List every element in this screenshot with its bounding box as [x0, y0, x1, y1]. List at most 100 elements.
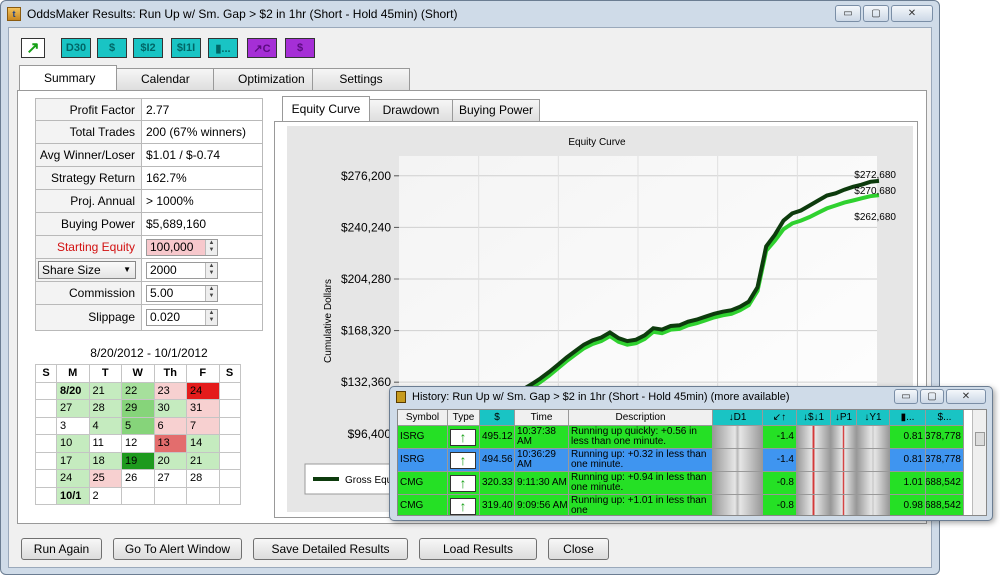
slippage-input[interactable]: 0.020 ▲ ▼	[146, 309, 218, 326]
calendar-day[interactable]: 10	[56, 434, 90, 453]
calendar-day[interactable]: 7	[186, 416, 220, 435]
stat-value: 162.7%	[146, 171, 187, 185]
title-bar[interactable]: t OddsMaker Results: Run Up w/ Sm. Gap >…	[1, 1, 939, 27]
run-up-filter-icon[interactable]: ↗	[21, 38, 45, 58]
calendar-day[interactable]: 2	[88, 486, 122, 505]
calendar-day[interactable]: 5	[121, 416, 155, 435]
calendar-day[interactable]: 24	[186, 381, 220, 400]
close-window-button[interactable]: ✕	[891, 5, 933, 22]
calendar-day[interactable]: 21	[186, 451, 220, 470]
tab-calendar[interactable]: Calendar	[116, 68, 214, 90]
starting-equity-input[interactable]: 100,000 ▲ ▼	[146, 239, 218, 256]
spinner-arrows-icon[interactable]: ▲ ▼	[205, 263, 217, 278]
calendar-day[interactable]: 30	[153, 399, 187, 418]
calendar-day[interactable]: 25	[88, 469, 122, 488]
maximize-button[interactable]: ▢	[863, 5, 889, 22]
history-column-header[interactable]: ▮...	[890, 410, 926, 426]
volume-bar-filter-button[interactable]: ▮...	[208, 38, 238, 58]
calendar-day[interactable]: 14	[186, 434, 220, 453]
calendar-day[interactable]: 12	[121, 434, 155, 453]
calendar-day	[218, 451, 241, 470]
stat-row: Avg Winner/Loser $1.01 / $-0.74	[35, 144, 263, 167]
close-button[interactable]: Close	[548, 538, 609, 560]
share-size-input[interactable]: 2000 ▲ ▼	[146, 262, 218, 279]
change-filter-button[interactable]: ↗C	[247, 38, 277, 58]
history-row[interactable]: CMG ↑ 320.33 9:11:30 AM Running up: +0.94 in…	[398, 472, 964, 495]
indicator-cell	[857, 449, 890, 472]
history-minimize-button[interactable]: ▭	[894, 389, 918, 404]
stat-row: Starting Equity 100,000 ▲ ▼	[35, 236, 263, 259]
history-column-header[interactable]: Type	[448, 410, 480, 426]
history-column-header[interactable]: ↓P1	[831, 410, 857, 426]
calendar-day[interactable]: 22	[121, 381, 155, 400]
calendar-day	[35, 451, 57, 470]
calendar-day[interactable]: 24	[56, 469, 90, 488]
history-row[interactable]: CMG ↑ 319.40 9:09:56 AM Running up: +1.01 in…	[398, 495, 964, 515]
calendar-day[interactable]: 23	[153, 381, 187, 400]
run-again-button[interactable]: Run Again	[21, 538, 102, 560]
calendar-day[interactable]: 28	[186, 469, 220, 488]
history-column-header[interactable]: Time	[515, 410, 569, 426]
calendar-day[interactable]: 20	[153, 451, 187, 470]
calendar-day[interactable]: 21	[88, 381, 122, 400]
tab-drawdown[interactable]: Drawdown	[369, 99, 453, 121]
value-cell: 378,778	[926, 449, 964, 472]
history-scrollbar[interactable]	[972, 410, 986, 515]
calendar-day[interactable]: 29	[121, 399, 155, 418]
commission-input[interactable]: 5.00 ▲ ▼	[146, 285, 218, 302]
history-row[interactable]: ISRG ↑ 494.56 10:36:29 AM Running up: +0.32 …	[398, 449, 964, 472]
size-mode-select[interactable]: Share Size ▼	[38, 261, 136, 279]
stat-value: 2.77	[146, 103, 170, 117]
calendar-day[interactable]: 26	[121, 469, 155, 488]
calendar-day[interactable]: 11	[88, 434, 122, 453]
calendar-day[interactable]: 10/1	[56, 486, 90, 505]
history-column-header[interactable]: ↓$↓1	[797, 410, 831, 426]
calendar-day[interactable]: 19	[121, 451, 155, 470]
history-column-header[interactable]: $...	[926, 410, 964, 426]
tab-settings[interactable]: Settings	[312, 68, 410, 90]
price-purple-filter-button[interactable]: $	[285, 38, 315, 58]
app-icon: t	[7, 7, 21, 21]
y-tick-label: $204,280	[341, 272, 391, 286]
history-column-header[interactable]: ↓Y1	[857, 410, 890, 426]
spinner-arrows-icon[interactable]: ▲ ▼	[205, 286, 217, 301]
history-column-header[interactable]: ↙↑	[763, 410, 797, 426]
tab-summary[interactable]: Summary	[19, 65, 117, 90]
calendar-day[interactable]: 28	[88, 399, 122, 418]
days-filter-button[interactable]: D30	[61, 38, 91, 58]
history-column-header[interactable]: Description	[569, 410, 713, 426]
go-to-alert-window-button[interactable]: Go To Alert Window	[113, 538, 242, 560]
history-close-button[interactable]: ✕	[946, 389, 986, 404]
history-column-header[interactable]: Symbol	[398, 410, 448, 426]
time-cell: 9:11:30 AM	[515, 472, 569, 495]
history-column-header[interactable]: ↓D1	[713, 410, 763, 426]
history-maximize-button[interactable]: ▢	[920, 389, 944, 404]
minimize-button[interactable]: ▭	[835, 5, 861, 22]
calendar-day[interactable]: 18	[88, 451, 122, 470]
calendar-day[interactable]: 17	[56, 451, 90, 470]
calendar-day[interactable]: 8/20	[56, 381, 90, 400]
dollar-volume-filter-button[interactable]: $I2	[133, 38, 163, 58]
spinner-arrows-icon[interactable]: ▲ ▼	[205, 240, 217, 255]
value-cell: 0.81	[890, 426, 926, 449]
calendar-day[interactable]: 6	[153, 416, 187, 435]
history-row[interactable]: ISRG ↑ 495.12 10:37:38 AM Running up quickly…	[398, 426, 964, 449]
tab-optimization[interactable]: Optimization	[213, 68, 313, 90]
save-detailed-results-button[interactable]: Save Detailed Results	[253, 538, 408, 560]
history-column-header[interactable]: $	[480, 410, 515, 426]
spinner-arrows-icon[interactable]: ▲ ▼	[205, 310, 217, 325]
price-filter-button[interactable]: $	[97, 38, 127, 58]
calendar-day[interactable]: 27	[56, 399, 90, 418]
load-results-button[interactable]: Load Results	[419, 538, 537, 560]
calendar-day[interactable]: 27	[153, 469, 187, 488]
calendar-day[interactable]: 3	[56, 416, 90, 435]
calendar-day[interactable]: 4	[88, 416, 122, 435]
volume-filter-button[interactable]: $I1I	[171, 38, 201, 58]
tab-equity-curve[interactable]: Equity Curve	[282, 96, 370, 121]
tab-buying-power[interactable]: Buying Power	[452, 99, 540, 121]
y-tick-label: $96,400	[348, 427, 392, 441]
indicator-cell	[713, 472, 763, 495]
calendar-day[interactable]: 13	[153, 434, 187, 453]
calendar-day[interactable]: 31	[186, 399, 220, 418]
scrollbar-thumb[interactable]	[975, 432, 985, 446]
